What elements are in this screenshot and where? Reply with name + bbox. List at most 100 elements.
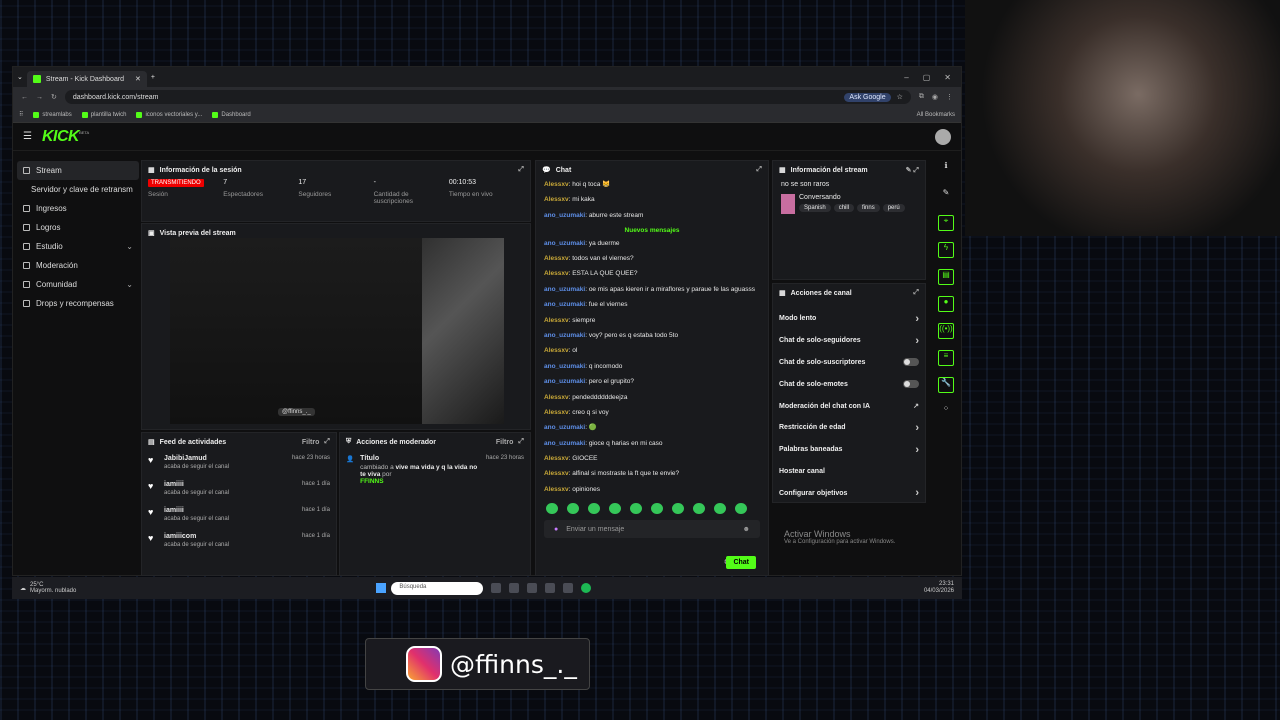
filter-button[interactable]: Filtro — [496, 439, 514, 446]
all-bookmarks[interactable]: All Bookmarks — [917, 112, 955, 118]
emote-icon[interactable] — [630, 503, 642, 515]
bookmark-streamlabs[interactable]: streamlabs — [33, 111, 72, 118]
close-tab-icon[interactable]: ✕ — [135, 75, 141, 83]
chat-username[interactable]: Alessxv — [544, 486, 569, 493]
channel-action-row[interactable]: Chat de solo-suscriptores — [773, 352, 925, 374]
maximize-icon[interactable]: ▢ — [923, 73, 931, 82]
chat-username[interactable]: ano_uzumaki — [544, 240, 585, 247]
system-clock[interactable]: 23:31 04/03/2026 — [924, 581, 954, 595]
info-icon[interactable]: ℹ — [938, 161, 954, 177]
tab-list-icon[interactable]: ⌄ — [17, 73, 23, 81]
popout-icon[interactable]: ⤢ — [518, 438, 524, 446]
channel-action-row[interactable]: Restricción de edad › — [773, 417, 925, 439]
chat-username[interactable]: ano_uzumaki — [544, 332, 585, 339]
emote-icon[interactable] — [735, 503, 747, 515]
stream-preview[interactable]: @ffinns_._ — [170, 238, 504, 424]
chat-send-button[interactable]: Chat — [726, 556, 756, 569]
sidebar-item-stream[interactable]: Stream — [17, 161, 139, 180]
chat-username[interactable]: Alessxv — [544, 455, 569, 462]
bookmark-dashboard[interactable]: Dashboard — [212, 111, 251, 118]
taskview-icon[interactable] — [491, 583, 502, 593]
broadcast-icon[interactable]: ((•)) — [938, 323, 954, 339]
chat-username[interactable]: Alessxv — [544, 196, 569, 203]
channel-action-row[interactable]: Configurar objetivos › — [773, 482, 925, 504]
spotify-icon[interactable] — [581, 583, 592, 593]
bookmark-iconos[interactable]: iconos vectoriales y... — [136, 111, 202, 118]
sidebar-item-servidor[interactable]: Servidor y clave de retransm — [17, 180, 139, 199]
chat-username[interactable]: Alessxv — [544, 255, 569, 262]
sidebar-item-estudio[interactable]: Estudio ⌄ — [17, 237, 139, 256]
menu-dots-icon[interactable]: ⋮ — [946, 93, 953, 101]
list-icon[interactable]: ≡ — [938, 350, 954, 366]
emote-icon[interactable] — [651, 503, 663, 515]
wrench-icon[interactable]: 🔧 — [938, 377, 954, 393]
mod-action-user[interactable]: FFINNS — [360, 478, 383, 485]
channel-action-row[interactable]: Chat de solo-seguidores › — [773, 330, 925, 352]
app-icon[interactable] — [563, 583, 574, 593]
sidebar-item-drops[interactable]: Drops y recompensas — [17, 294, 139, 313]
chat-username[interactable]: ano_uzumaki — [544, 424, 585, 431]
chat-username[interactable]: Alessxv — [544, 347, 569, 354]
popout-icon[interactable]: ⤢ — [913, 289, 919, 297]
popout-icon[interactable]: ⤢ — [518, 166, 524, 174]
sidebar-item-comunidad[interactable]: Comunidad ⌄ — [17, 275, 139, 294]
chat-username[interactable]: ano_uzumaki — [544, 301, 585, 308]
emote-icon[interactable] — [588, 503, 600, 515]
ask-google-button[interactable]: Ask Google — [844, 92, 891, 102]
document-icon[interactable]: ▤ — [938, 269, 954, 285]
hamburger-icon[interactable]: ☰ — [23, 131, 32, 142]
windows-start-icon[interactable] — [376, 583, 387, 593]
chat-username[interactable]: ano_uzumaki — [544, 286, 585, 293]
emote-icon[interactable] — [567, 503, 579, 515]
feed-user[interactable]: iamiiii — [164, 481, 229, 488]
pencil-icon[interactable]: ✎ — [938, 188, 954, 204]
emote-icon[interactable] — [546, 503, 558, 515]
channel-action-row[interactable]: Chat de solo-emotes — [773, 373, 925, 395]
back-icon[interactable]: ← — [21, 94, 28, 101]
feed-user[interactable]: JabibiJamud — [164, 455, 229, 462]
chat-username[interactable]: Alessxv — [544, 317, 569, 324]
close-window-icon[interactable]: ✕ — [944, 73, 951, 82]
chat-username[interactable]: Alessxv — [544, 394, 569, 401]
bolt-icon[interactable]: ϟ — [938, 242, 954, 258]
emote-icon[interactable] — [672, 503, 684, 515]
channel-action-row[interactable]: Modo lento › — [773, 308, 925, 330]
forward-icon[interactable]: → — [36, 94, 43, 101]
channel-action-row[interactable]: Moderación del chat con IA ↗ — [773, 395, 925, 417]
feed-user[interactable]: iamiiicom — [164, 533, 229, 540]
emote-icon[interactable] — [693, 503, 705, 515]
chrome-icon[interactable] — [545, 583, 556, 593]
sidebar-item-moderacion[interactable]: Moderación — [17, 256, 139, 275]
new-tab-icon[interactable]: + — [151, 74, 155, 81]
weather-widget[interactable]: ☁ 25°C Mayorm. nublado — [20, 582, 76, 594]
user-avatar[interactable] — [935, 128, 951, 145]
bookmark-star-icon[interactable]: ☆ — [897, 93, 903, 101]
file-explorer-icon[interactable] — [527, 583, 538, 593]
edit-icon[interactable]: ✎ ⤢ — [906, 166, 919, 175]
channel-action-row[interactable]: Hostear canal — [773, 461, 925, 483]
channel-action-row[interactable]: Palabras baneadas › — [773, 439, 925, 461]
reload-icon[interactable]: ↻ — [51, 93, 57, 101]
chat-username[interactable]: ano_uzumaki — [544, 363, 585, 370]
toggle-switch[interactable] — [903, 380, 919, 389]
taskbar-search[interactable]: Búsqueda — [391, 581, 484, 595]
toggle-switch[interactable] — [903, 358, 919, 367]
chat-username[interactable]: ano_uzumaki — [544, 440, 585, 447]
emote-icon[interactable] — [609, 503, 621, 515]
popout-icon[interactable]: ⤢ — [324, 438, 330, 446]
chat-username[interactable]: Alessxv — [544, 470, 569, 477]
chat-username[interactable]: Alessxv — [544, 181, 569, 188]
chat-username[interactable]: Alessxv — [544, 270, 569, 277]
emoji-icon[interactable]: ☻ — [743, 526, 750, 533]
scan-icon[interactable]: ⌖ — [938, 215, 954, 231]
popout-icon[interactable]: ⤢ — [756, 166, 762, 174]
emote-icon[interactable] — [714, 503, 726, 515]
extensions-icon[interactable]: ⧉ — [919, 93, 924, 101]
apps-icon[interactable]: ⠿ — [19, 111, 23, 118]
sidebar-item-ingresos[interactable]: Ingresos — [17, 199, 139, 218]
url-field[interactable]: dashboard.kick.com/stream Ask Google ☆ — [64, 90, 911, 104]
minimize-icon[interactable]: – — [904, 73, 908, 82]
chat-username[interactable]: Alessxv — [544, 409, 569, 416]
more-icon[interactable]: ⁘ — [938, 404, 954, 420]
sidebar-item-logros[interactable]: Logros — [17, 218, 139, 237]
